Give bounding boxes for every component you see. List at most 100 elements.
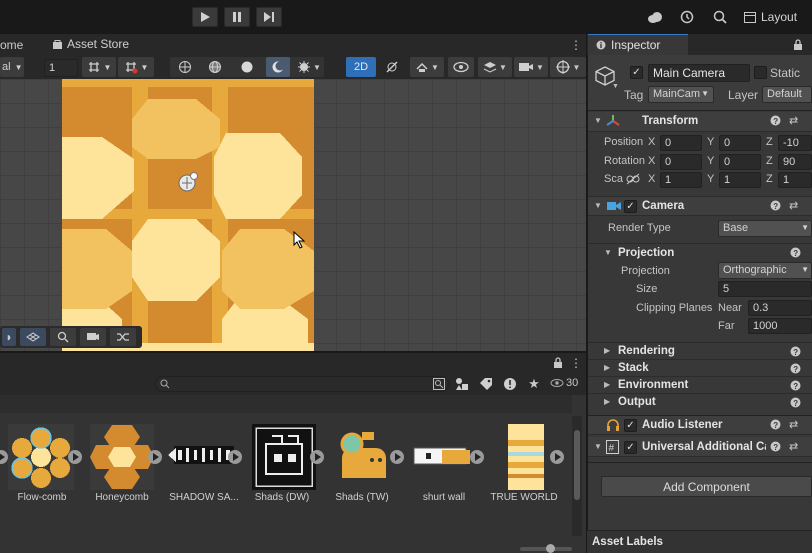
asset-grid-scrollbar[interactable] xyxy=(572,416,582,536)
thumbnail-size-slider[interactable] xyxy=(520,544,572,553)
shaded-icon[interactable] xyxy=(238,59,256,75)
camera-enabled-checkbox[interactable]: ✓ xyxy=(624,200,637,213)
section-output[interactable]: ▶ Output ? xyxy=(588,393,812,410)
foldout-arrow-icon[interactable]: ▼ xyxy=(594,442,602,451)
position-x-field[interactable]: 0 xyxy=(660,135,702,151)
help-icon[interactable]: ? xyxy=(790,346,801,357)
preview-play-icon[interactable] xyxy=(310,450,324,464)
foldout-arrow-icon[interactable]: ▼ xyxy=(604,248,612,257)
preview-play-icon[interactable] xyxy=(390,450,404,464)
filter-by-type-icon[interactable] xyxy=(454,376,470,392)
section-stack[interactable]: ▶ Stack ? xyxy=(588,359,812,376)
far-field[interactable]: 1000 xyxy=(748,318,812,334)
play-button[interactable] xyxy=(192,7,218,27)
preview-play-icon[interactable] xyxy=(68,450,82,464)
visibility-toggle-icon[interactable] xyxy=(448,57,474,77)
mode-2d-toggle[interactable]: 2D xyxy=(346,57,376,77)
gizmos-icon[interactable]: ▼ xyxy=(550,57,586,77)
warning-filter-icon[interactable] xyxy=(502,376,518,392)
scale-x-field[interactable]: 1 xyxy=(660,172,702,188)
size-field[interactable]: 5 xyxy=(718,281,812,297)
pivot-dropdown[interactable]: al ▼ xyxy=(0,57,24,77)
projection-dropdown[interactable]: Orthographic ▼ xyxy=(718,262,812,279)
help-icon[interactable]: ? xyxy=(770,441,781,455)
grid-toggle[interactable]: ▼ xyxy=(82,57,116,77)
asset-labels-bar[interactable]: Asset Labels xyxy=(587,530,812,553)
help-icon[interactable]: ? xyxy=(790,247,801,261)
camera-gizmo-icon[interactable] xyxy=(177,172,199,192)
scale-y-field[interactable]: 1 xyxy=(719,172,761,188)
rect-tool-icon[interactable]: ◗ xyxy=(2,328,16,346)
tab-home[interactable]: ome xyxy=(0,38,23,52)
asset-item[interactable]: Shads (TW) xyxy=(328,420,408,510)
object-name-field[interactable]: Main Camera xyxy=(648,64,750,82)
static-checkbox[interactable] xyxy=(754,66,767,79)
lit-mode-icon[interactable] xyxy=(266,57,290,77)
tilemap-tool-icon[interactable] xyxy=(20,328,46,346)
cloud-icon[interactable] xyxy=(646,9,664,25)
favorite-star-icon[interactable]: ★ xyxy=(526,376,542,392)
asset-item[interactable]: Honeycomb xyxy=(86,420,166,510)
asset-item[interactable]: TRUE WORLD xyxy=(488,420,568,510)
layer-dropdown[interactable]: Default xyxy=(762,86,812,103)
lock-icon[interactable] xyxy=(553,357,563,372)
scene-tab-menu-icon[interactable]: ⋮ xyxy=(570,38,582,52)
constrain-proportions-icon[interactable] xyxy=(626,173,640,188)
wireframe-icon[interactable] xyxy=(176,59,194,75)
camera-settings-icon[interactable]: ▼ xyxy=(514,57,548,77)
layers-icon[interactable]: ▼ xyxy=(478,57,512,77)
preview-play-icon[interactable] xyxy=(550,450,564,464)
project-menu-icon[interactable]: ⋮ xyxy=(570,356,582,370)
asset-item[interactable]: shurt wall xyxy=(408,420,488,510)
foldout-arrow-icon[interactable]: ▼ xyxy=(594,201,602,210)
universal-camera-checkbox[interactable]: ✓ xyxy=(624,441,637,454)
help-icon[interactable]: ? xyxy=(790,380,801,391)
help-icon[interactable]: ? xyxy=(770,200,781,214)
presets-icon[interactable]: ⇄ xyxy=(789,418,798,431)
rotation-z-field[interactable]: 90 xyxy=(778,154,812,170)
rotation-y-field[interactable]: 0 xyxy=(719,154,761,170)
rotation-x-field[interactable]: 0 xyxy=(660,154,702,170)
section-rendering[interactable]: ▶ Rendering ? xyxy=(588,342,812,359)
asset-item[interactable]: Flow-comb xyxy=(0,420,82,510)
help-icon[interactable]: ? xyxy=(770,419,781,433)
section-environment[interactable]: ▶ Environment ? xyxy=(588,376,812,393)
history-icon[interactable] xyxy=(679,9,695,25)
presets-icon[interactable]: ⇄ xyxy=(789,199,798,212)
search-options-icon[interactable] xyxy=(433,378,445,390)
pause-button[interactable] xyxy=(224,7,250,27)
audio-toggle-icon[interactable]: ▼ xyxy=(410,57,444,77)
grid-snap-field[interactable]: 1 xyxy=(44,59,78,77)
foldout-arrow-icon[interactable]: ▼ xyxy=(594,116,602,125)
help-icon[interactable]: ? xyxy=(790,397,801,408)
active-checkbox[interactable]: ✓ xyxy=(630,66,643,79)
presets-icon[interactable]: ⇄ xyxy=(789,440,798,453)
search-icon[interactable] xyxy=(712,9,728,25)
camera-tool-icon[interactable] xyxy=(80,328,106,346)
snap-toggle[interactable]: ▼ xyxy=(118,57,154,77)
render-type-dropdown[interactable]: Base ▼ xyxy=(718,220,812,237)
tab-inspector[interactable]: Inspector xyxy=(588,34,688,55)
asset-item[interactable]: Shads (DW) xyxy=(248,420,328,510)
preview-play-icon[interactable] xyxy=(228,450,242,464)
project-search-input[interactable] xyxy=(155,376,449,392)
position-z-field[interactable]: -10 xyxy=(778,135,812,151)
preview-play-icon[interactable] xyxy=(0,450,8,464)
audio-listener-checkbox[interactable]: ✓ xyxy=(624,419,637,432)
add-component-button[interactable]: Add Component xyxy=(601,476,812,497)
preview-play-icon[interactable] xyxy=(148,450,162,464)
zoom-tool-icon[interactable] xyxy=(50,328,76,346)
asset-item[interactable]: SHADOW SA... xyxy=(166,420,246,510)
filter-by-label-icon[interactable] xyxy=(478,376,494,392)
scale-z-field[interactable]: 1 xyxy=(778,172,812,188)
debug-draw-icon[interactable]: ▼ xyxy=(296,59,322,75)
layout-dropdown[interactable]: Layout xyxy=(744,9,812,25)
position-y-field[interactable]: 0 xyxy=(719,135,761,151)
help-icon[interactable]: ? xyxy=(770,115,781,129)
shuffle-tool-icon[interactable] xyxy=(110,328,136,346)
scene-view[interactable]: ◗ xyxy=(0,79,586,351)
preview-play-icon[interactable] xyxy=(470,450,484,464)
shaded-wireframe-icon[interactable] xyxy=(206,59,224,75)
inspector-lock-icon[interactable] xyxy=(793,39,803,54)
presets-icon[interactable]: ⇄ xyxy=(789,114,798,127)
